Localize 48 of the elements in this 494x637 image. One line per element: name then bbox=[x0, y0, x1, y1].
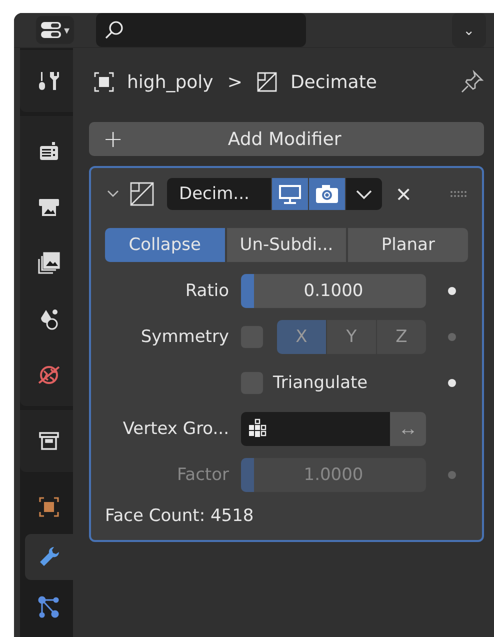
decimate-icon bbox=[129, 181, 155, 207]
modifier-name-field[interactable]: Decim... bbox=[167, 178, 271, 210]
caret-icon: ▾ bbox=[64, 24, 70, 36]
square-icon bbox=[37, 495, 61, 519]
modifier-tab[interactable] bbox=[25, 534, 73, 580]
vertex-group-label: Vertex Gro... bbox=[122, 419, 229, 439]
breadcrumb-separator: > bbox=[227, 72, 242, 92]
dropdown-button[interactable] bbox=[346, 178, 382, 210]
keyframe-dot[interactable] bbox=[448, 287, 456, 295]
mode-tab[interactable]: Un-Subdi... bbox=[226, 228, 346, 262]
options-dropdown[interactable]: ⌄ bbox=[452, 13, 486, 47]
tools-icon bbox=[37, 69, 61, 93]
object-name: high_poly bbox=[127, 72, 214, 92]
viewport-toggle[interactable] bbox=[272, 178, 308, 210]
keyframe-dot[interactable] bbox=[448, 379, 456, 387]
close-button[interactable]: × bbox=[390, 181, 418, 207]
keyframe-dot[interactable] bbox=[448, 333, 456, 341]
ratio-slider[interactable]: 0.1000 bbox=[241, 274, 426, 308]
vertex-group-field[interactable] bbox=[241, 412, 390, 446]
box-icon bbox=[37, 429, 61, 453]
pin-icon[interactable] bbox=[460, 70, 484, 94]
image-stack-icon bbox=[37, 251, 61, 275]
invert-button[interactable]: ↔ bbox=[390, 412, 426, 446]
face-count: Face Count: 4518 bbox=[105, 506, 255, 526]
triangulate-label: Triangulate bbox=[273, 373, 368, 393]
globe-icon bbox=[37, 363, 61, 387]
nodes-icon bbox=[37, 595, 61, 619]
vertex-group-icon bbox=[247, 418, 269, 440]
axis-button[interactable]: Z bbox=[377, 320, 426, 354]
mode-tab[interactable]: Planar bbox=[348, 228, 468, 262]
symmetry-label: Symmetry bbox=[140, 327, 229, 347]
add-modifier-button[interactable]: + Add Modifier bbox=[89, 122, 484, 156]
modifier-name: Decimate bbox=[290, 72, 377, 92]
monitor-icon bbox=[277, 183, 303, 205]
search-icon bbox=[104, 20, 124, 40]
triangulate-checkbox[interactable] bbox=[241, 372, 263, 394]
search-field[interactable] bbox=[96, 13, 306, 47]
mode-tab[interactable]: Collapse bbox=[105, 228, 225, 262]
ratio-label: Ratio bbox=[184, 281, 229, 301]
decimate-icon bbox=[256, 71, 278, 93]
factor-label: Factor bbox=[176, 465, 229, 485]
camera-icon bbox=[314, 183, 340, 205]
render-toggle[interactable] bbox=[309, 178, 345, 210]
axis-button[interactable]: Y bbox=[327, 320, 376, 354]
symmetry-checkbox[interactable] bbox=[241, 326, 263, 348]
editor-type-button[interactable]: ▾ bbox=[36, 16, 74, 44]
editor-type-icon bbox=[40, 20, 62, 40]
mesh-object-icon bbox=[93, 71, 115, 93]
